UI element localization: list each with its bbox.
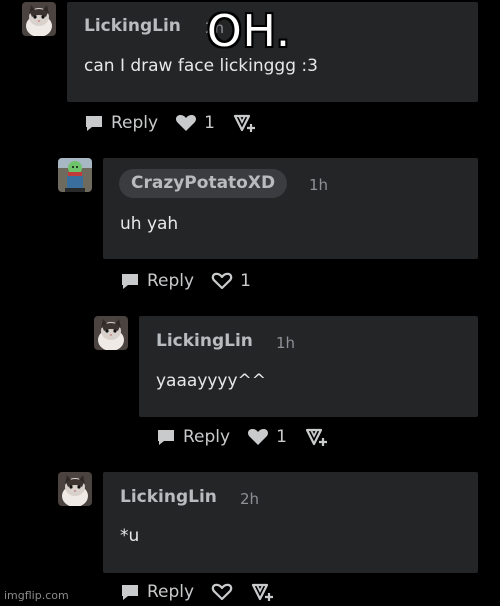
username[interactable]: LickingLin [120,487,217,507]
comment-actions: Reply 1 [156,424,328,450]
meme-caption: OH. [207,6,291,57]
reply-button[interactable]: Reply [156,427,230,447]
reply-button[interactable]: Reply [120,271,194,291]
reply-button[interactable]: Reply [84,113,158,133]
like-button[interactable] [211,582,233,602]
username[interactable]: LickingLin [84,16,181,36]
username[interactable]: LickingLin [156,331,253,351]
award-icon [233,114,255,132]
avatar[interactable] [22,2,56,36]
award-button[interactable] [232,112,256,134]
avatar[interactable] [58,158,92,192]
reply-icon [122,585,138,600]
like-button[interactable]: 1 [175,113,215,133]
comment-actions: Reply 1 [120,268,251,294]
reply-label: Reply [147,271,195,291]
reply-label: Reply [147,582,195,602]
like-count: 1 [276,427,287,447]
comment-actions: Reply [120,579,274,605]
comment-text: *u [120,526,140,546]
reply-icon [122,274,138,289]
heart-outline-icon [211,583,233,601]
like-count: 1 [204,113,215,133]
username[interactable]: CrazyPotatoXD [119,169,288,198]
watermark: imgflip.com [4,589,69,602]
timestamp: 1h [276,334,296,352]
reply-button[interactable]: Reply [120,582,194,602]
reply-icon [86,116,102,131]
reply-label: Reply [111,113,159,133]
comment-text: can I draw face lickinggg :3 [84,56,318,76]
comment-text: yaaayyyy^^ [156,371,267,391]
timestamp: 1h [309,176,329,194]
award-icon [305,428,327,446]
reply-icon [158,430,174,445]
cat-avatar-icon [22,2,56,36]
avatar[interactable] [58,472,92,506]
heart-filled-icon [176,114,197,131]
award-button[interactable] [304,426,328,448]
timestamp: 2h [240,490,260,508]
avatar[interactable] [94,316,128,350]
like-button[interactable]: 1 [247,427,287,447]
cat-avatar-icon [94,316,128,350]
comment-text: uh yah [120,214,179,234]
like-count: 1 [240,271,251,291]
award-icon [251,583,274,601]
character-avatar-icon [58,158,92,192]
award-button[interactable] [250,581,274,603]
like-button[interactable]: 1 [211,271,251,291]
comment-actions: Reply 1 [84,110,256,136]
heart-filled-icon [248,428,269,445]
heart-outline-icon [211,272,233,290]
reply-label: Reply [183,427,231,447]
cat-avatar-icon [58,472,92,506]
